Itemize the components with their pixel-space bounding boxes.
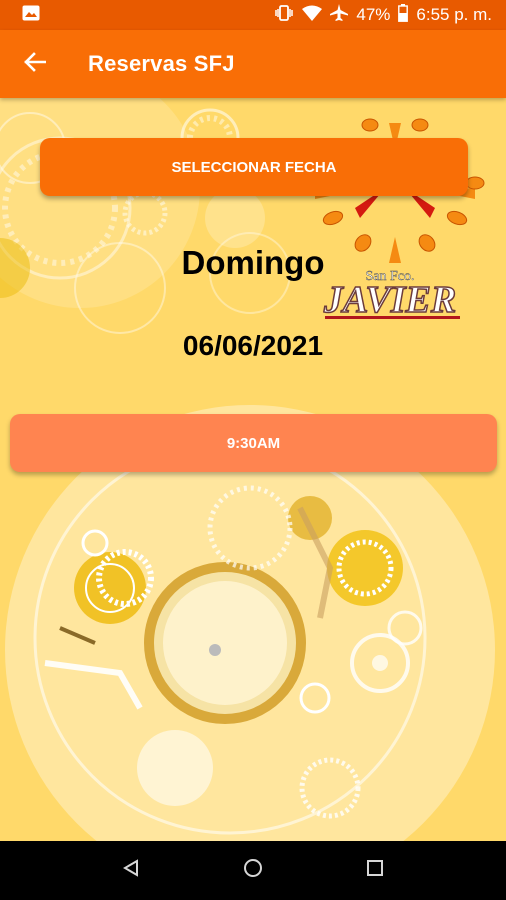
battery-icon xyxy=(398,3,409,27)
status-bar: 47% 6:55 p. m. xyxy=(0,0,506,30)
square-recents-icon xyxy=(366,859,384,882)
select-date-button[interactable]: SELECCIONAR FECHA xyxy=(40,138,468,196)
status-time: 6:55 p. m. xyxy=(416,5,492,24)
system-nav-bar xyxy=(0,841,506,900)
triangle-back-icon xyxy=(122,859,140,882)
circle-home-icon xyxy=(243,858,263,883)
top-gears-decoration xyxy=(0,98,291,334)
back-button[interactable] xyxy=(0,30,70,98)
nav-back-button[interactable] xyxy=(109,849,153,893)
wifi-icon xyxy=(302,5,323,26)
svg-text:JAVIER: JAVIER xyxy=(323,279,456,321)
battery-percent: 47% xyxy=(356,5,391,24)
day-name: Domingo xyxy=(181,244,325,281)
app-title: Reservas SFJ xyxy=(88,51,235,76)
time-slot-button[interactable]: 9:30AM xyxy=(10,414,497,472)
airplane-icon xyxy=(330,3,349,27)
nav-recents-button[interactable] xyxy=(353,849,397,893)
vibrate-icon xyxy=(274,4,294,26)
selected-date: 06/06/2021 xyxy=(182,330,324,361)
arrow-left-icon xyxy=(24,51,47,77)
nav-home-button[interactable] xyxy=(231,849,275,893)
main-content: San Fco. JAVIER SELECCIONAR FECHA Doming… xyxy=(0,98,506,841)
image-icon xyxy=(22,5,40,26)
app-bar: Reservas SFJ xyxy=(0,30,506,98)
